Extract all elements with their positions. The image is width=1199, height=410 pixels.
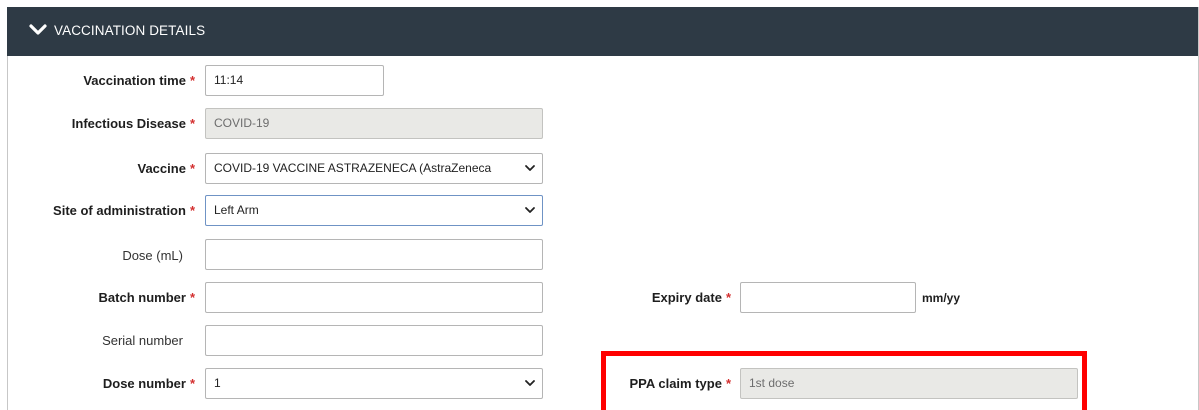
serial-number-label: Serial number — [102, 333, 183, 348]
required-marker: * — [189, 376, 195, 391]
required-marker: * — [189, 73, 195, 88]
batch-number-label: Batch number * — [98, 290, 195, 305]
required-marker: * — [725, 290, 731, 305]
infectious-disease-label: Infectious Disease * — [71, 116, 195, 131]
required-marker: * — [189, 203, 195, 218]
required-marker: * — [189, 161, 195, 176]
expiry-date-label: Expiry date * — [651, 290, 731, 305]
vaccination-time-label: Vaccination time * — [83, 73, 195, 88]
infectious-disease-field: COVID-19 — [205, 108, 543, 139]
vaccine-label: Vaccine * — [137, 161, 196, 176]
expiry-date-format-hint: mm/yy — [922, 291, 961, 305]
batch-number-input[interactable] — [205, 282, 543, 313]
dose-number-select[interactable]: 1 — [205, 368, 543, 399]
serial-number-input[interactable] — [205, 325, 543, 356]
highlight-box — [601, 351, 1087, 410]
dose-number-label: Dose number * — [102, 376, 195, 391]
dose-ml-input[interactable] — [205, 239, 543, 270]
chevron-down-icon — [525, 207, 535, 213]
vaccination-time-input[interactable]: 11:14 — [205, 65, 384, 96]
section-title: VACCINATION DETAILS — [54, 23, 206, 38]
vaccine-select[interactable]: COVID-19 VACCINE ASTRAZENECA (AstraZenec… — [205, 153, 543, 184]
required-marker: * — [189, 290, 195, 305]
chevron-down-icon — [525, 165, 535, 171]
site-of-administration-select[interactable]: Left Arm — [205, 195, 543, 226]
required-marker: * — [189, 116, 195, 131]
chevron-down-icon — [525, 380, 535, 386]
section-header[interactable]: VACCINATION DETAILS — [7, 7, 1198, 56]
expiry-date-input[interactable] — [740, 282, 916, 313]
chevron-down-icon[interactable] — [29, 23, 47, 37]
site-of-administration-label: Site of administration * — [53, 203, 195, 218]
dose-ml-label: Dose (mL) — [122, 248, 183, 263]
